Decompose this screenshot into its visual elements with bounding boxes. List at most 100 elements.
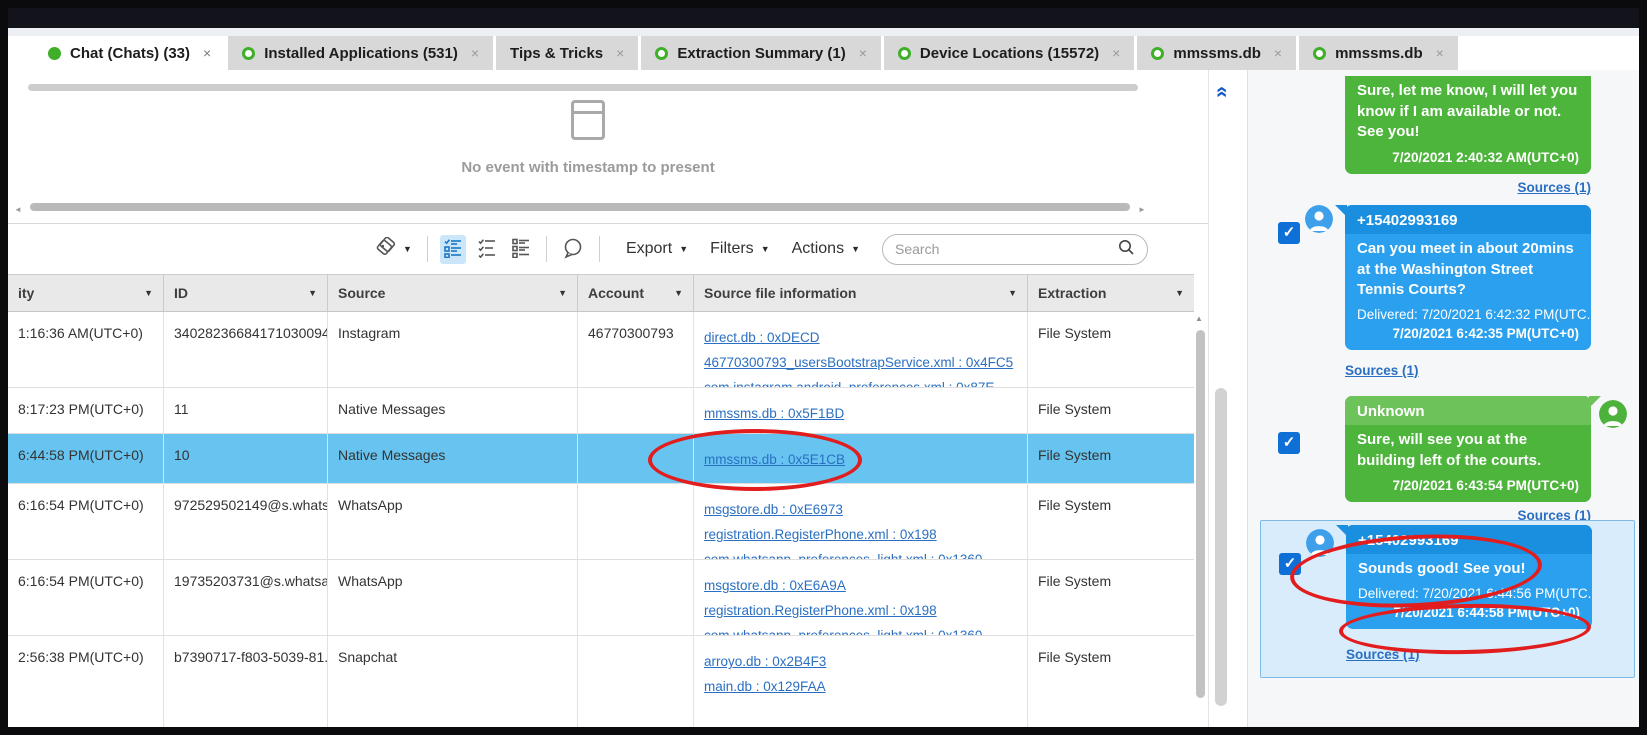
tags-filter-button[interactable]: ▼ xyxy=(372,234,415,265)
column-filter-caret-icon[interactable]: ▼ xyxy=(308,288,317,298)
column-filter-caret-icon[interactable]: ▼ xyxy=(1175,288,1184,298)
scroll-right-icon[interactable]: ► xyxy=(1138,205,1146,214)
source-file-link[interactable]: com.whatsapp_preferences_light.xml : 0x1… xyxy=(704,623,1017,635)
chat-bubble[interactable]: +15402993169 Can you meet in about 20mins… xyxy=(1335,205,1591,351)
column-header-source[interactable]: Source ▼ xyxy=(328,275,578,311)
source-file-link[interactable]: com.instagram.android_preferences.xml : … xyxy=(704,375,1017,387)
export-menu-button[interactable]: Export ▼ xyxy=(626,240,688,258)
column-header-extraction[interactable]: Extraction ▼ xyxy=(1028,275,1194,311)
timeline-empty-message: No event with timestamp to present xyxy=(461,159,715,176)
tab-label: Installed Applications (531) xyxy=(264,44,458,62)
column-filter-caret-icon[interactable]: ▼ xyxy=(1008,288,1017,298)
sources-link[interactable]: Sources (1) xyxy=(1517,180,1591,195)
close-icon[interactable]: × xyxy=(859,45,867,61)
contact-avatar-icon xyxy=(1306,529,1334,557)
table-row[interactable]: 8:17:23 PM(UTC+0) 11 Native Messages mmssms… xyxy=(8,388,1194,434)
tab-status-ring-icon xyxy=(1151,46,1165,60)
tab-status-ring-icon xyxy=(655,46,669,60)
message-checkbox[interactable]: ✓ xyxy=(1279,553,1301,575)
account-cell: 46770300793 xyxy=(578,312,694,387)
column-header-source-file-information[interactable]: Source file information ▼ xyxy=(694,275,1028,311)
view-conversation-button[interactable] xyxy=(439,234,466,264)
source-file-link[interactable]: 46770300793_usersBootstrapService.xml : … xyxy=(704,350,1017,375)
view-checklist-button[interactable] xyxy=(474,235,500,264)
tab-installed-applications-531[interactable]: Installed Applications (531) × xyxy=(228,36,494,70)
tab-status-ring-icon xyxy=(242,46,256,60)
close-icon[interactable]: × xyxy=(1436,45,1444,61)
id-cell: 10 xyxy=(164,434,328,483)
actions-label: Actions xyxy=(791,240,845,257)
message-body: Sure, let me know, I will let you know i… xyxy=(1357,82,1578,141)
tab-device-locations-15572[interactable]: Device Locations (15572) × xyxy=(883,36,1135,70)
table-row[interactable]: 2:56:38 PM(UTC+0) b7390717-f803-5039-81..… xyxy=(8,636,1194,727)
sources-link[interactable]: Sources (1) xyxy=(1345,363,1419,378)
tab-chat-chats-33[interactable]: Chat (Chats) (33) × xyxy=(34,36,226,70)
tab-tips-tricks[interactable]: Tips & Tricks × xyxy=(496,36,639,70)
message-timestamp: 7/20/2021 6:43:54 PM(UTC+0) xyxy=(1392,478,1579,494)
source-file-link[interactable]: direct.db : 0xDECD xyxy=(704,325,1017,350)
collapse-timeline-button[interactable]: « xyxy=(1211,82,1234,102)
conversation-bubble-button[interactable] xyxy=(559,234,587,265)
source-file-link[interactable]: mmssms.db : 0x5E1CB xyxy=(704,447,1017,472)
source-file-link[interactable]: mmssms.db : 0x5F1BD xyxy=(704,401,1017,426)
column-header-label: ID xyxy=(174,285,188,301)
sources-link[interactable]: Sources (1) xyxy=(1346,647,1420,662)
gutter-scrollbar-thumb[interactable] xyxy=(1215,388,1227,706)
selected-message-container[interactable]: ✓ +15402993169 Sounds good! See you! Delive… xyxy=(1260,520,1635,678)
chat-message-group: ✓ +15402993169 Sounds good! See you! Delive… xyxy=(1249,525,1639,677)
actions-menu-button[interactable]: Actions ▼ xyxy=(792,240,860,258)
close-icon[interactable]: × xyxy=(471,45,479,61)
source-file-link[interactable]: registration.RegisterPhone.xml : 0x198 xyxy=(704,522,1017,547)
table-row[interactable]: 6:16:54 PM(UTC+0) 19735203731@s.whatsa...… xyxy=(8,560,1194,636)
close-icon[interactable]: × xyxy=(616,45,624,61)
tab-label: mmssms.db xyxy=(1173,44,1261,62)
close-icon[interactable]: × xyxy=(1112,45,1120,61)
table-vertical-scrollbar[interactable]: ▲ xyxy=(1194,314,1207,727)
panel-splitter[interactable] xyxy=(1234,70,1248,727)
tab-mmssms-db[interactable]: mmssms.db × xyxy=(1137,36,1297,70)
source-file-link[interactable]: msgstore.db : 0xE6973 xyxy=(704,497,1017,522)
table-row[interactable]: 6:44:58 PM(UTC+0) 10 Native Messages mmssms… xyxy=(8,434,1194,484)
source-cell: WhatsApp xyxy=(328,560,578,635)
source-file-link[interactable]: com.whatsapp_preferences_light.xml : 0x1… xyxy=(704,547,1017,559)
scrollbar-thumb[interactable] xyxy=(1196,330,1205,698)
id-cell: 34028236684171030094... xyxy=(164,312,328,387)
tab-bar: Chat (Chats) (33) × Installed Applications… xyxy=(8,28,1639,70)
scroll-left-icon[interactable]: ◄ xyxy=(14,205,22,214)
column-header-id[interactable]: ID ▼ xyxy=(164,275,328,311)
close-icon[interactable]: × xyxy=(203,45,211,61)
source-file-link[interactable]: arroyo.db : 0x2B4F3 xyxy=(704,649,1017,674)
id-cell: b7390717-f803-5039-81... xyxy=(164,636,328,727)
column-filter-caret-icon[interactable]: ▼ xyxy=(144,288,153,298)
search-icon xyxy=(1117,238,1135,261)
message-sender: +15402993169 xyxy=(1336,525,1592,554)
column-header-account[interactable]: Account ▼ xyxy=(578,275,694,311)
column-filter-caret-icon[interactable]: ▼ xyxy=(558,288,567,298)
filters-menu-button[interactable]: Filters ▼ xyxy=(710,240,769,258)
extraction-cell: File System xyxy=(1038,447,1112,463)
table-row[interactable]: 1:16:36 AM(UTC+0) 34028236684171030094...… xyxy=(8,312,1194,388)
timeline-top-scrollbar[interactable] xyxy=(28,84,1138,91)
column-header-ity[interactable]: ity ▼ xyxy=(8,275,164,311)
chat-bubble[interactable]: Sure, let me know, I will let you know i… xyxy=(1345,76,1591,175)
search-input[interactable] xyxy=(895,241,1117,257)
tab-extraction-summary-1[interactable]: Extraction Summary (1) × xyxy=(641,36,881,70)
source-cell: Snapchat xyxy=(328,636,578,727)
source-file-link[interactable]: msgstore.db : 0xE6A9A xyxy=(704,573,1017,598)
chat-bubble[interactable]: Unknown Sure, will see you at the buildin… xyxy=(1345,396,1601,503)
tab-mmssms-db[interactable]: mmssms.db × xyxy=(1299,36,1458,70)
close-icon[interactable]: × xyxy=(1274,45,1282,61)
column-filter-caret-icon[interactable]: ▼ xyxy=(674,288,683,298)
message-body: Can you meet in about 20mins at the Wash… xyxy=(1357,240,1574,299)
table-row[interactable]: 6:16:54 PM(UTC+0) 972529502149@s.whats...… xyxy=(8,484,1194,560)
extraction-cell: File System xyxy=(1038,497,1112,513)
scroll-up-icon[interactable]: ▲ xyxy=(1195,314,1203,323)
source-file-link[interactable]: main.db : 0x129FAA xyxy=(704,674,1017,699)
message-checkbox[interactable]: ✓ xyxy=(1278,222,1300,244)
id-cell: 19735203731@s.whatsa... xyxy=(164,560,328,635)
timeline-bottom-scrollbar[interactable] xyxy=(30,203,1130,211)
chat-bubble[interactable]: +15402993169 Sounds good! See you! Deliver… xyxy=(1336,525,1592,629)
view-table-button[interactable] xyxy=(508,235,534,264)
message-checkbox[interactable]: ✓ xyxy=(1278,432,1300,454)
source-file-link[interactable]: registration.RegisterPhone.xml : 0x198 xyxy=(704,598,1017,623)
